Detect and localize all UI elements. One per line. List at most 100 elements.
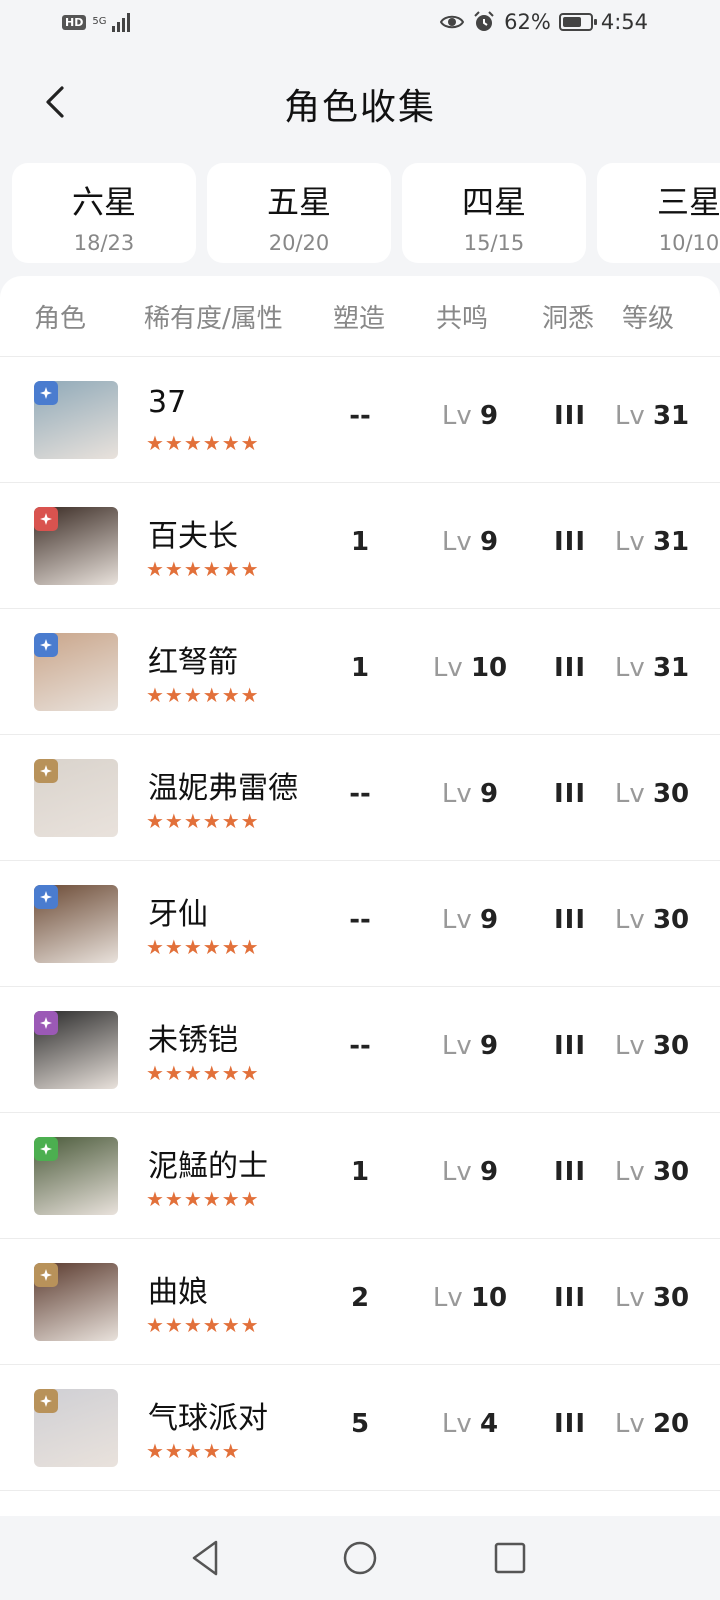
resonance-prefix: Lv xyxy=(441,905,472,935)
character-table: 角色 稀有度/属性 塑造 共鸣 洞悉 等级 37 ★★★★★★ -- Lv 9 III L… xyxy=(0,276,720,1516)
table-row[interactable]: 温妮弗雷德 ★★★★★★ -- Lv 9 III Lv 30 xyxy=(0,735,720,861)
level-number: 31 xyxy=(652,653,690,683)
resonance-value: Lv 10 xyxy=(420,1283,520,1313)
table-row[interactable]: 37 ★★★★★★ -- Lv 9 III Lv 31 xyxy=(0,357,720,483)
level-number: 30 xyxy=(652,905,690,935)
tier-tab-five-star[interactable]: 五星 20/20 xyxy=(207,163,391,263)
header-insight: 洞悉 xyxy=(542,304,595,334)
resonance-prefix: Lv xyxy=(441,527,472,557)
shaping-value: 1 xyxy=(350,1157,370,1187)
rarity-stars: ★★★★★★ xyxy=(146,1061,260,1085)
header-rarity: 稀有度/属性 xyxy=(144,304,283,334)
shaping-value: -- xyxy=(349,1031,371,1061)
character-name: 牙仙 xyxy=(148,897,208,932)
table-row[interactable]: 未锈铠 ★★★★★★ -- Lv 9 III Lv 30 xyxy=(0,987,720,1113)
resonance-number: 9 xyxy=(480,779,499,809)
element-icon xyxy=(34,1137,58,1161)
table-header: 角色 稀有度/属性 塑造 共鸣 洞悉 等级 xyxy=(0,276,720,357)
character-avatar xyxy=(34,633,118,711)
resonance-prefix: Lv xyxy=(441,1031,472,1061)
tier-count: 10/10 xyxy=(658,231,720,255)
element-icon xyxy=(34,885,58,909)
tier-count: 15/15 xyxy=(463,231,525,255)
shaping-value: 1 xyxy=(350,653,370,683)
character-name: 37 xyxy=(148,385,187,420)
character-name: 温妮弗雷德 xyxy=(148,771,298,806)
eye-icon xyxy=(440,15,465,29)
resonance-number: 9 xyxy=(480,905,499,935)
rarity-stars: ★★★★★★ xyxy=(146,1313,260,1337)
tier-tab-three-star[interactable]: 三星 10/10 xyxy=(597,163,720,263)
tier-name: 三星 xyxy=(656,183,720,221)
hd-badge: HD xyxy=(62,14,87,30)
level-prefix: Lv xyxy=(614,1157,645,1187)
tier-count: 20/20 xyxy=(268,231,330,255)
circle-home-icon[interactable] xyxy=(338,1536,382,1580)
tier-tab-four-star[interactable]: 四星 15/15 xyxy=(402,163,586,263)
rarity-stars: ★★★★★★ xyxy=(146,1187,260,1211)
resonance-number: 9 xyxy=(480,401,499,431)
header-shaping: 塑造 xyxy=(333,304,386,334)
element-icon xyxy=(34,1011,58,1035)
character-name: 泥鯭的士 xyxy=(148,1149,268,1184)
shaping-value: -- xyxy=(349,905,371,935)
resonance-number: 9 xyxy=(480,1157,499,1187)
triangle-back-icon[interactable] xyxy=(184,1536,228,1580)
character-avatar xyxy=(34,1263,118,1341)
resonance-prefix: Lv xyxy=(441,779,472,809)
level-value: Lv 31 xyxy=(612,653,692,683)
level-prefix: Lv xyxy=(614,1409,645,1439)
element-icon xyxy=(34,1263,58,1287)
tier-name: 五星 xyxy=(266,183,331,221)
table-row[interactable]: 气球派对 ★★★★★ 5 Lv 4 III Lv 20 xyxy=(0,1365,720,1491)
character-name: 百夫长 xyxy=(148,519,238,554)
resonance-number: 4 xyxy=(480,1409,499,1439)
level-value: Lv 30 xyxy=(612,1283,692,1313)
level-value: Lv 31 xyxy=(612,401,692,431)
table-row[interactable]: 百夫长 ★★★★★★ 1 Lv 9 III Lv 31 xyxy=(0,483,720,609)
status-right: 62% 4:54 xyxy=(440,10,648,34)
character-name: 未锈铠 xyxy=(148,1023,238,1058)
level-number: 20 xyxy=(652,1409,690,1439)
status-bar: HD 5G 62% 4:54 xyxy=(0,0,720,48)
resonance-prefix: Lv xyxy=(441,1409,472,1439)
signal-icon xyxy=(112,12,131,32)
rarity-tier-tabs: 六星 18/23 五星 20/20 四星 15/15 三星 10/10 xyxy=(12,163,720,263)
table-row[interactable]: 泥鯭的士 ★★★★★★ 1 Lv 9 III Lv 30 xyxy=(0,1113,720,1239)
element-icon xyxy=(34,1389,58,1413)
table-row[interactable]: 牙仙 ★★★★★★ -- Lv 9 III Lv 30 xyxy=(0,861,720,987)
insight-value: III xyxy=(553,1157,587,1187)
rarity-stars: ★★★★★★ xyxy=(146,809,260,833)
table-body: 37 ★★★★★★ -- Lv 9 III Lv 31 百夫长 ★★★★★★ 1 Lv 9 III L… xyxy=(0,357,720,1491)
character-avatar xyxy=(34,885,118,963)
page-header: 角色收集 xyxy=(0,62,720,142)
shaping-value: 5 xyxy=(350,1409,370,1439)
shaping-value: -- xyxy=(349,401,371,431)
character-avatar xyxy=(34,507,118,585)
alarm-icon xyxy=(474,11,494,31)
table-row[interactable]: 曲娘 ★★★★★★ 2 Lv 10 III Lv 30 xyxy=(0,1239,720,1365)
character-avatar xyxy=(34,1011,118,1089)
system-nav-bar xyxy=(0,1516,720,1600)
network-label: 5G xyxy=(92,16,107,27)
resonance-prefix: Lv xyxy=(432,1283,463,1313)
resonance-value: Lv 4 xyxy=(420,1409,520,1439)
square-recent-icon[interactable] xyxy=(488,1536,532,1580)
level-number: 30 xyxy=(652,1283,690,1313)
character-name: 红弩箭 xyxy=(148,645,238,680)
level-number: 30 xyxy=(652,1157,690,1187)
level-prefix: Lv xyxy=(614,779,645,809)
tier-name: 四星 xyxy=(461,183,526,221)
tier-tab-six-star[interactable]: 六星 18/23 xyxy=(12,163,196,263)
shaping-value: -- xyxy=(349,779,371,809)
level-value: Lv 30 xyxy=(612,1157,692,1187)
insight-value: III xyxy=(553,1409,587,1439)
resonance-value: Lv 9 xyxy=(420,779,520,809)
table-row[interactable]: 红弩箭 ★★★★★★ 1 Lv 10 III Lv 31 xyxy=(0,609,720,735)
character-avatar xyxy=(34,1389,118,1467)
level-number: 30 xyxy=(652,1031,690,1061)
character-name: 气球派对 xyxy=(148,1401,268,1436)
resonance-prefix: Lv xyxy=(441,401,472,431)
insight-value: III xyxy=(553,1031,587,1061)
tier-name: 六星 xyxy=(71,183,136,221)
